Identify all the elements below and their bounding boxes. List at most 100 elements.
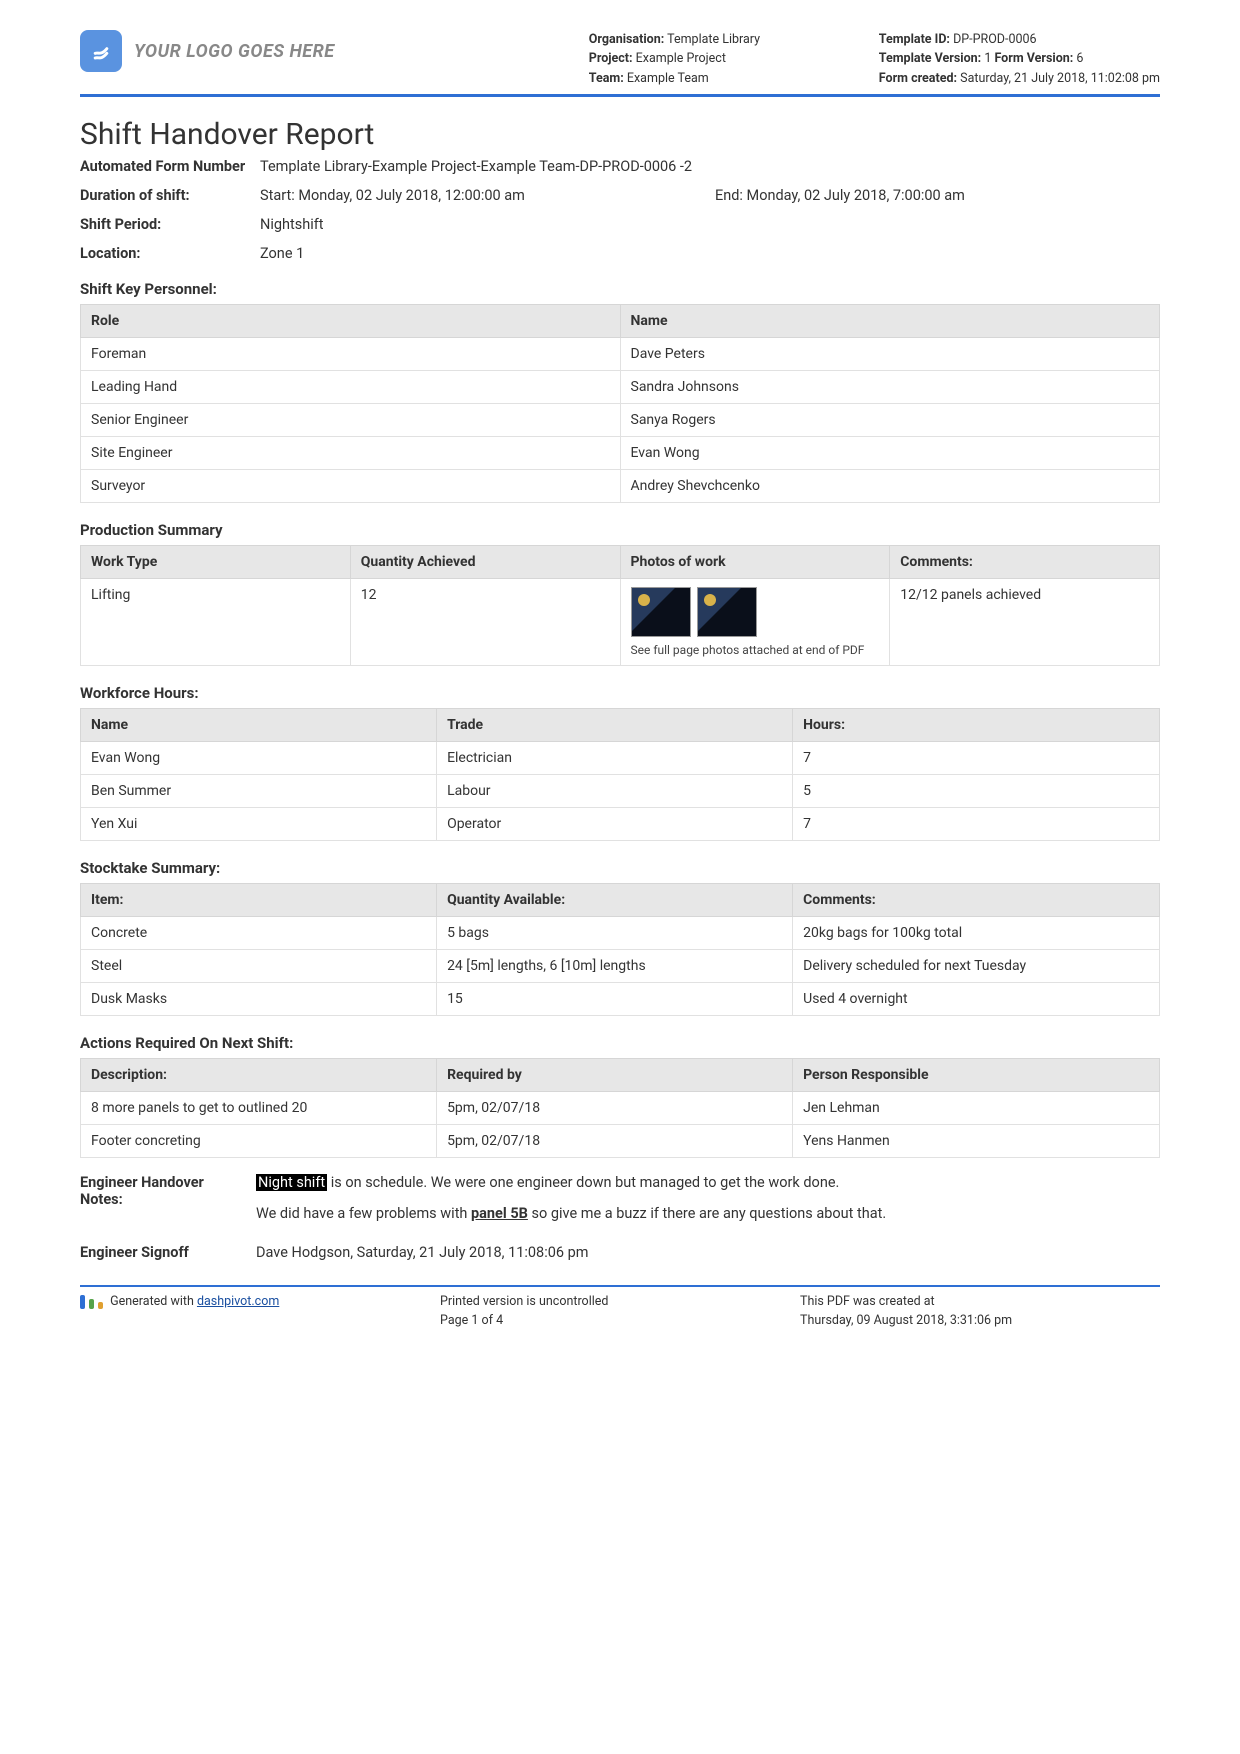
- table-row: Yen XuiOperator7: [81, 808, 1160, 841]
- org-value: Template Library: [667, 32, 760, 47]
- cell: Senior Engineer: [81, 404, 621, 437]
- th-photos: Photos of work: [620, 546, 890, 579]
- th-work-type: Work Type: [81, 546, 351, 579]
- th-person: Person Responsible: [793, 1059, 1160, 1092]
- cell: Sanya Rogers: [620, 404, 1160, 437]
- logo-placeholder-text: YOUR LOGO GOES HERE: [134, 41, 335, 62]
- cell: 7: [793, 808, 1160, 841]
- cell: Evan Wong: [620, 437, 1160, 470]
- table-row: Leading HandSandra Johnsons: [81, 371, 1160, 404]
- th-name: Name: [620, 305, 1160, 338]
- pdf-created-label: This PDF was created at: [800, 1293, 1160, 1312]
- team-value: Example Team: [627, 71, 709, 86]
- cell: Andrey Shevchcenko: [620, 470, 1160, 503]
- page-number: Page 1 of 4: [440, 1312, 800, 1331]
- table-row: Ben SummerLabour5: [81, 775, 1160, 808]
- notes-body: Night shift is on schedule. We were one …: [256, 1174, 1160, 1222]
- location-value: Zone 1: [260, 245, 1160, 262]
- meta-grid: Automated Form Number Template Library-E…: [80, 158, 1160, 262]
- cell: Yen Xui: [81, 808, 437, 841]
- cell: Site Engineer: [81, 437, 621, 470]
- personnel-table: Role Name ForemanDave Peters Leading Han…: [80, 304, 1160, 503]
- handover-notes: Engineer Handover Notes: Night shift is …: [80, 1174, 1160, 1222]
- photos-note: See full page photos attached at end of …: [631, 643, 880, 657]
- th-role: Role: [81, 305, 621, 338]
- personnel-title: Shift Key Personnel:: [80, 280, 1160, 298]
- cell: 5pm, 02/07/18: [437, 1125, 793, 1158]
- signoff-row: Engineer Signoff Dave Hodgson, Saturday,…: [80, 1244, 1160, 1261]
- cell: 24 [5m] lengths, 6 [10m] lengths: [437, 950, 793, 983]
- footer-logo-icon: [80, 1295, 103, 1309]
- production-table: Work Type Quantity Achieved Photos of wo…: [80, 545, 1160, 666]
- cell: Dave Peters: [620, 338, 1160, 371]
- photo-thumb[interactable]: [631, 587, 691, 637]
- cell: Operator: [437, 808, 793, 841]
- table-row: Steel24 [5m] lengths, 6 [10m] lengthsDel…: [81, 950, 1160, 983]
- cell: Steel: [81, 950, 437, 983]
- page-title: Shift Handover Report: [80, 117, 1160, 152]
- cell: Leading Hand: [81, 371, 621, 404]
- cell: 7: [793, 742, 1160, 775]
- cell: Evan Wong: [81, 742, 437, 775]
- workforce-table: Name Trade Hours: Evan WongElectrician7 …: [80, 708, 1160, 841]
- footer-right: This PDF was created at Thursday, 09 Aug…: [800, 1293, 1160, 1331]
- th-qty: Quantity Achieved: [350, 546, 620, 579]
- photos-cell: See full page photos attached at end of …: [620, 579, 890, 666]
- notes-text-2a: We did have a few problems with: [256, 1205, 471, 1222]
- cell: Jen Lehman: [793, 1092, 1160, 1125]
- th-qty-avail: Quantity Available:: [437, 884, 793, 917]
- header-col-2: Template ID: DP-PROD-0006 Template Versi…: [879, 30, 1160, 88]
- cell: Surveyor: [81, 470, 621, 503]
- duration-start: Start: Monday, 02 July 2018, 12:00:00 am: [260, 187, 705, 204]
- th-desc: Description:: [81, 1059, 437, 1092]
- cell: Yens Hanmen: [793, 1125, 1160, 1158]
- notes-text-1: is on schedule. We were one engineer dow…: [327, 1174, 839, 1191]
- cell: 5: [793, 775, 1160, 808]
- template-version-label: Template Version:: [879, 51, 981, 66]
- notes-text-2b: so give me a buzz if there are any quest…: [528, 1205, 886, 1222]
- highlight-panel5b: panel 5B: [471, 1205, 528, 1222]
- pdf-created-value: Thursday, 09 August 2018, 3:31:06 pm: [800, 1312, 1160, 1331]
- cell: 15: [437, 983, 793, 1016]
- table-row: Footer concreting5pm, 02/07/18Yens Hanme…: [81, 1125, 1160, 1158]
- project-value: Example Project: [636, 51, 726, 66]
- dashpivot-link[interactable]: dashpivot.com: [197, 1294, 279, 1309]
- table-row: Senior EngineerSanya Rogers: [81, 404, 1160, 437]
- cell: Concrete: [81, 917, 437, 950]
- cell: Delivery scheduled for next Tuesday: [793, 950, 1160, 983]
- printed-note: Printed version is uncontrolled: [440, 1293, 800, 1312]
- footer-center: Printed version is uncontrolled Page 1 o…: [440, 1293, 800, 1331]
- project-label: Project:: [589, 51, 633, 66]
- th-reqby: Required by: [437, 1059, 793, 1092]
- cell: Used 4 overnight: [793, 983, 1160, 1016]
- workforce-title: Workforce Hours:: [80, 684, 1160, 702]
- th-wf-hours: Hours:: [793, 709, 1160, 742]
- logo-area: YOUR LOGO GOES HERE: [80, 30, 579, 72]
- header: YOUR LOGO GOES HERE Organisation: Templa…: [80, 30, 1160, 97]
- duration-end: End: Monday, 02 July 2018, 7:00:00 am: [715, 187, 1160, 204]
- stocktake-title: Stocktake Summary:: [80, 859, 1160, 877]
- footer-left: Generated with dashpivot.com: [80, 1293, 440, 1331]
- table-row: Concrete5 bags20kg bags for 100kg total: [81, 917, 1160, 950]
- photo-thumb[interactable]: [697, 587, 757, 637]
- location-label: Location:: [80, 245, 250, 262]
- template-version-value: 1: [984, 51, 991, 66]
- org-label: Organisation:: [589, 32, 664, 47]
- cell: 20kg bags for 100kg total: [793, 917, 1160, 950]
- cell: 12/12 panels achieved: [890, 579, 1160, 666]
- cell: Electrician: [437, 742, 793, 775]
- cell: 5pm, 02/07/18: [437, 1092, 793, 1125]
- duration-label: Duration of shift:: [80, 187, 250, 204]
- table-row: Dusk Masks15Used 4 overnight: [81, 983, 1160, 1016]
- form-created-value: Saturday, 21 July 2018, 11:02:08 pm: [960, 71, 1160, 86]
- cell: 12: [350, 579, 620, 666]
- signoff-label: Engineer Signoff: [80, 1244, 250, 1261]
- actions-table: Description: Required by Person Responsi…: [80, 1058, 1160, 1158]
- gen-prefix: Generated with: [110, 1294, 197, 1309]
- form-version-label: Form Version:: [994, 51, 1073, 66]
- logo-icon: [80, 30, 122, 72]
- table-row: Evan WongElectrician7: [81, 742, 1160, 775]
- table-row: Lifting 12 See full page photos attached…: [81, 579, 1160, 666]
- th-wf-trade: Trade: [437, 709, 793, 742]
- signoff-value: Dave Hodgson, Saturday, 21 July 2018, 11…: [256, 1244, 1160, 1261]
